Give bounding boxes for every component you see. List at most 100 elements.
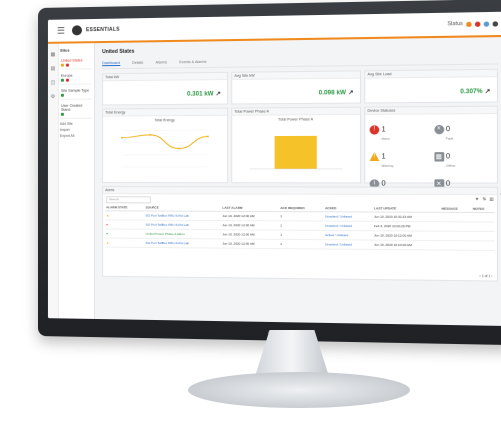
monitor-frame: ☰ ESSENTIALS Status ▦ ▤ ◫ ⚙ Sites United…	[38, 0, 501, 346]
settings-icon[interactable]: ⚙	[48, 94, 58, 100]
columns-icon[interactable]: ▥	[489, 196, 493, 201]
ok-icon: ●	[105, 228, 145, 239]
alert-acked[interactable]: Acked / Unlisted	[323, 230, 373, 241]
panel-title: Total Energy	[103, 108, 228, 117]
alarm-dot-icon[interactable]	[474, 21, 481, 27]
alert-last-update: Jun 10, 2020 10:12:00 AM	[372, 230, 441, 241]
alerts-toolbar: ▼ ⇅ ▥	[475, 196, 494, 201]
sidebar-item-label: United States	[60, 58, 83, 63]
kpi-label: Avg Site Load	[365, 69, 497, 79]
device-statuses-panel: Device Statuses ! 1 Alarm × 0 Fault ! 1 Warnin…	[364, 105, 499, 195]
alarm-icon: ●	[105, 219, 145, 230]
kpi-value: 0.307%	[460, 88, 483, 96]
alert-acked[interactable]: Unacked / Unlisted	[323, 211, 373, 222]
alert-last-alarm: Jun 10, 2020 12:00 AM	[221, 229, 280, 240]
network-icon: ▦	[433, 151, 444, 162]
kpi-cards: Total kW 0.301 kW ↗ Avg Site kW 0.098 kW ↗…	[102, 68, 499, 106]
data-point	[149, 133, 152, 136]
sidebar-icon-rail: ▦ ▤ ◫ ⚙	[47, 43, 59, 319]
sites-icon[interactable]: ▦	[48, 52, 58, 58]
tab-dashboard[interactable]: Dashboard	[102, 60, 120, 67]
alert-last-alarm: Jun 10, 2020 12:00 AM	[221, 238, 280, 249]
pagination[interactable]: ‹ 1 of 1 ›	[479, 274, 492, 278]
kpi-avg-site-kw: Avg Site kW 0.098 kW ↗	[231, 70, 362, 105]
series-line	[122, 135, 208, 149]
sidebar-heading: Sites	[59, 47, 70, 53]
status-fault[interactable]: × 0 Fault	[433, 117, 493, 141]
trend-icon: ↗	[348, 90, 354, 97]
alert-ack-required: 1	[279, 220, 324, 231]
tab-details[interactable]: Details	[132, 61, 143, 66]
warning-icon: ▲	[105, 210, 145, 221]
status-alarm[interactable]: ! 1 Alarm	[369, 118, 428, 141]
status-warning[interactable]: ! 1 Warning	[370, 145, 428, 168]
kpi-avg-site-load: Avg Site Load 0.307% ↗	[364, 68, 499, 104]
sidebar-item-label: User Created Stand	[60, 103, 83, 112]
reports-icon[interactable]: ◫	[48, 80, 58, 86]
table-row[interactable]: ▲ SG Port ToilBox FRU-S-Pol Lab Jun 10, …	[105, 238, 495, 251]
filter-icon[interactable]: ▼	[475, 196, 479, 201]
alarm-icon: !	[369, 124, 380, 135]
kpi-total-kw: Total kW 0.301 kW ↗	[102, 71, 229, 106]
sort-icon[interactable]: ⇅	[482, 196, 486, 201]
alert-ack-required: 1	[279, 239, 324, 249]
kpi-value: 0.301 kW	[187, 91, 214, 98]
sidebar: ▦ ▤ ◫ ⚙ Sites United States Europe Site …	[47, 43, 96, 319]
trend-icon: ↗	[484, 88, 491, 96]
data-point	[178, 147, 180, 150]
alerts-table: ALARM STATE SOURCE LAST ALARM ACK REQUIR…	[105, 204, 495, 251]
alert-source[interactable]: SG Port ToilBox FRU-S-Pol Lab	[144, 210, 222, 221]
sidebar-item-user-created-stand[interactable]: User Created Stand	[59, 101, 93, 119]
alert-source[interactable]: SG Port ToilBox FRU-S-Pol Lab	[144, 220, 222, 230]
next-page-icon[interactable]: ›	[490, 274, 492, 278]
alert-last-update: Jun 10, 2020 10:32:23 AM	[372, 212, 441, 222]
export-all-link[interactable]: Export All	[60, 133, 92, 139]
alert-last-update: Jun 10, 2020 10:10:00 AM	[372, 240, 441, 251]
user-avatar[interactable]	[492, 20, 499, 27]
alerts-search-input[interactable]: Search...	[106, 196, 151, 204]
tab-alarms[interactable]: Alarms	[156, 60, 167, 65]
total-energy-panel: Total Energy Total Energy	[102, 107, 229, 184]
warning-icon: ▲	[105, 238, 145, 248]
alert-acked[interactable]: Unacked / Unlisted	[323, 239, 373, 250]
tab-events-alarms[interactable]: Events & Alarms	[179, 60, 206, 65]
alert-last-alarm: Jun 10, 2020 12:00 AM	[221, 220, 280, 231]
panel-title: Total Power Phase A	[232, 107, 360, 116]
sidebar-item-europe[interactable]: Europe	[59, 71, 93, 85]
menu-icon[interactable]: ☰	[54, 23, 68, 37]
alert-source[interactable]: SG Port ToilBox FRU-S-Pol Lab	[144, 238, 222, 249]
kpi-label: Avg Site kW	[232, 71, 360, 80]
alert-ack-required: 1	[279, 211, 324, 222]
fault-icon: ×	[433, 124, 444, 134]
data-point	[120, 136, 123, 139]
total-power-panel: Total Power Phase A Total Power Phase A	[231, 106, 362, 184]
total-energy-chart	[103, 122, 227, 175]
alert-last-alarm: Jun 10, 2020 12:00 AM	[221, 211, 280, 221]
warning-icon: !	[370, 152, 380, 161]
sidebar-item-label: Site Sample Type	[60, 88, 90, 93]
page-indicator: 1 of 1	[481, 274, 491, 279]
status-dot-icon	[466, 21, 472, 27]
kpi-value: 0.098 kW	[318, 90, 347, 97]
alert-ack-required: 1	[279, 230, 324, 240]
total-power-chart	[232, 135, 360, 175]
sidebar-item-label: Europe	[60, 73, 73, 78]
info-dot-icon[interactable]	[483, 20, 490, 27]
kpi-label: Total kW	[103, 72, 228, 82]
alert-last-update: Feb 6, 2020 10:00:29 PM	[372, 221, 441, 232]
devices-icon[interactable]: ▤	[48, 66, 58, 72]
data-point	[206, 135, 209, 138]
alert-acked[interactable]: Unacked / Unlisted	[323, 221, 373, 231]
bar	[274, 135, 317, 169]
monitor-stand-base	[188, 372, 410, 408]
sidebar-tree: Sites United States Europe Site Sample T…	[59, 47, 93, 139]
app-logo	[71, 25, 82, 36]
panel-title: Alerts	[103, 187, 497, 196]
panels-row: Total Energy Total Energy Total Power Ph…	[102, 105, 499, 195]
status-offline[interactable]: ▦ 0 Offline	[433, 145, 493, 168]
main-content: United States Dashboard Details Alarms E…	[96, 37, 501, 326]
app-title: ESSENTIALS	[86, 26, 120, 34]
sidebar-item-united-states[interactable]: United States	[59, 56, 93, 70]
tab-bar: Dashboard Details Alarms Events & Alarms	[102, 56, 499, 70]
sidebar-item-site-sample-type[interactable]: Site Sample Type	[59, 86, 93, 100]
